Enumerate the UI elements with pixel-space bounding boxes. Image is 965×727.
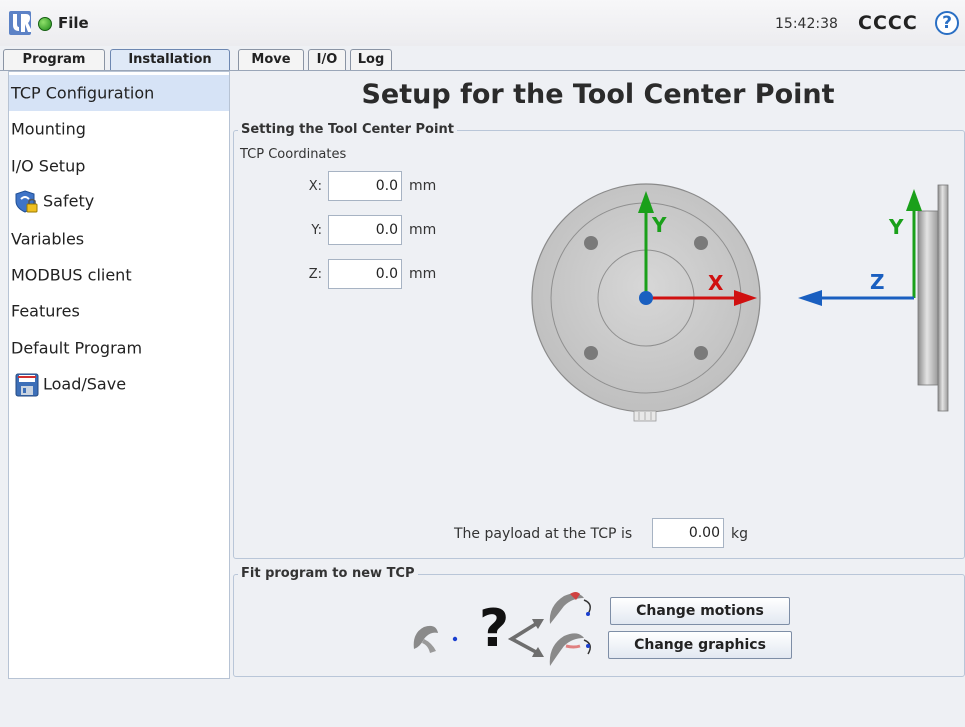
sidebar-item-tcp-configuration[interactable]: TCP Configuration (9, 75, 229, 111)
payload-field[interactable]: 0.00 (652, 518, 724, 548)
payload-unit-label: kg (731, 526, 748, 542)
change-motions-button[interactable]: Change motions (610, 597, 790, 625)
sidebar-item-label: Safety (43, 191, 95, 211)
payload-label: The payload at the TCP is (454, 526, 633, 542)
sidebar-item-mounting[interactable]: Mounting (9, 111, 229, 147)
tcp-y-field[interactable]: 0.0 (328, 215, 402, 245)
file-menu[interactable]: File (58, 14, 89, 32)
old-tcp-tool-icon (413, 625, 458, 653)
sidebar-item-load-save[interactable]: Load/Save (9, 366, 229, 402)
installation-sidebar: TCP Configuration Mounting I/O Setup Saf… (8, 71, 230, 679)
question-mark-icon: ? (479, 599, 510, 659)
tcp-adjust-tools-icon (549, 592, 591, 666)
bottom-status-area (0, 680, 965, 727)
robot-status-icon[interactable] (38, 17, 52, 31)
sidebar-item-modbus-client[interactable]: MODBUS client (9, 257, 229, 293)
tab-move[interactable]: Move (238, 49, 304, 70)
x-unit-label: mm (409, 178, 437, 194)
fit-program-group-title: Fit program to new TCP (238, 566, 418, 581)
tool-flange-front-diagram (531, 183, 761, 422)
sidebar-item-label: I/O Setup (11, 156, 86, 176)
clock: 15:42:38 (775, 16, 838, 32)
sidebar-item-label: Variables (11, 229, 85, 249)
sidebar-item-label: Mounting (11, 119, 86, 139)
fit-program-group: Fit program to new TCP ? Change motions … (233, 566, 965, 677)
tcp-coordinates-label: TCP Coordinates (240, 147, 347, 162)
tcp-settings-group-title: Setting the Tool Center Point (238, 122, 457, 137)
sidebar-item-features[interactable]: Features (9, 293, 229, 329)
tab-installation[interactable]: Installation (110, 49, 230, 70)
y-coord-label: Y: (311, 223, 322, 238)
tcp-settings-group: Setting the Tool Center Point TCP Coordi… (233, 122, 965, 559)
floppy-disk-icon (15, 373, 39, 396)
sidebar-item-variables[interactable]: Variables (9, 221, 229, 257)
sidebar-item-label: MODBUS client (11, 265, 132, 285)
sidebar-item-safety[interactable]: Safety (9, 183, 229, 219)
tool-flange-side-diagram (798, 184, 949, 412)
sidebar-item-io-setup[interactable]: I/O Setup (9, 148, 229, 184)
help-icon[interactable]: ? (935, 11, 959, 35)
page-title: Setup for the Tool Center Point (361, 79, 835, 110)
side-z-axis-label: Z (870, 270, 885, 294)
tab-log[interactable]: Log (350, 49, 392, 70)
sidebar-item-default-program[interactable]: Default Program (9, 330, 229, 366)
tab-io[interactable]: I/O (308, 49, 346, 70)
tcp-configuration-panel: Setup for the Tool Center Point Setting … (231, 71, 965, 679)
sidebar-item-label: Load/Save (43, 374, 127, 394)
sidebar-item-label: Features (11, 301, 80, 321)
side-y-axis-label: Y (889, 215, 904, 239)
sidebar-item-label: TCP Configuration (11, 83, 155, 103)
tcp-x-field[interactable]: 0.0 (328, 171, 402, 201)
branch-arrows-icon (508, 619, 544, 657)
ur-logo-icon (9, 11, 31, 35)
y-unit-label: mm (409, 222, 437, 238)
top-bar: File 15:42:38 CCCC ? (0, 0, 965, 46)
z-coord-label: Z: (308, 267, 322, 282)
x-coord-label: X: (308, 179, 322, 194)
main-tabs: Program Installation Move I/O Log (0, 48, 965, 71)
robot-name: CCCC (858, 12, 918, 34)
tcp-z-field[interactable]: 0.0 (328, 259, 402, 289)
tab-program[interactable]: Program (3, 49, 105, 70)
sidebar-item-label: Default Program (11, 338, 143, 358)
change-graphics-button[interactable]: Change graphics (608, 631, 792, 659)
front-x-axis-label: X (708, 271, 724, 295)
shield-lock-icon (15, 189, 38, 213)
front-y-axis-label: Y (652, 213, 667, 237)
z-unit-label: mm (409, 266, 437, 282)
